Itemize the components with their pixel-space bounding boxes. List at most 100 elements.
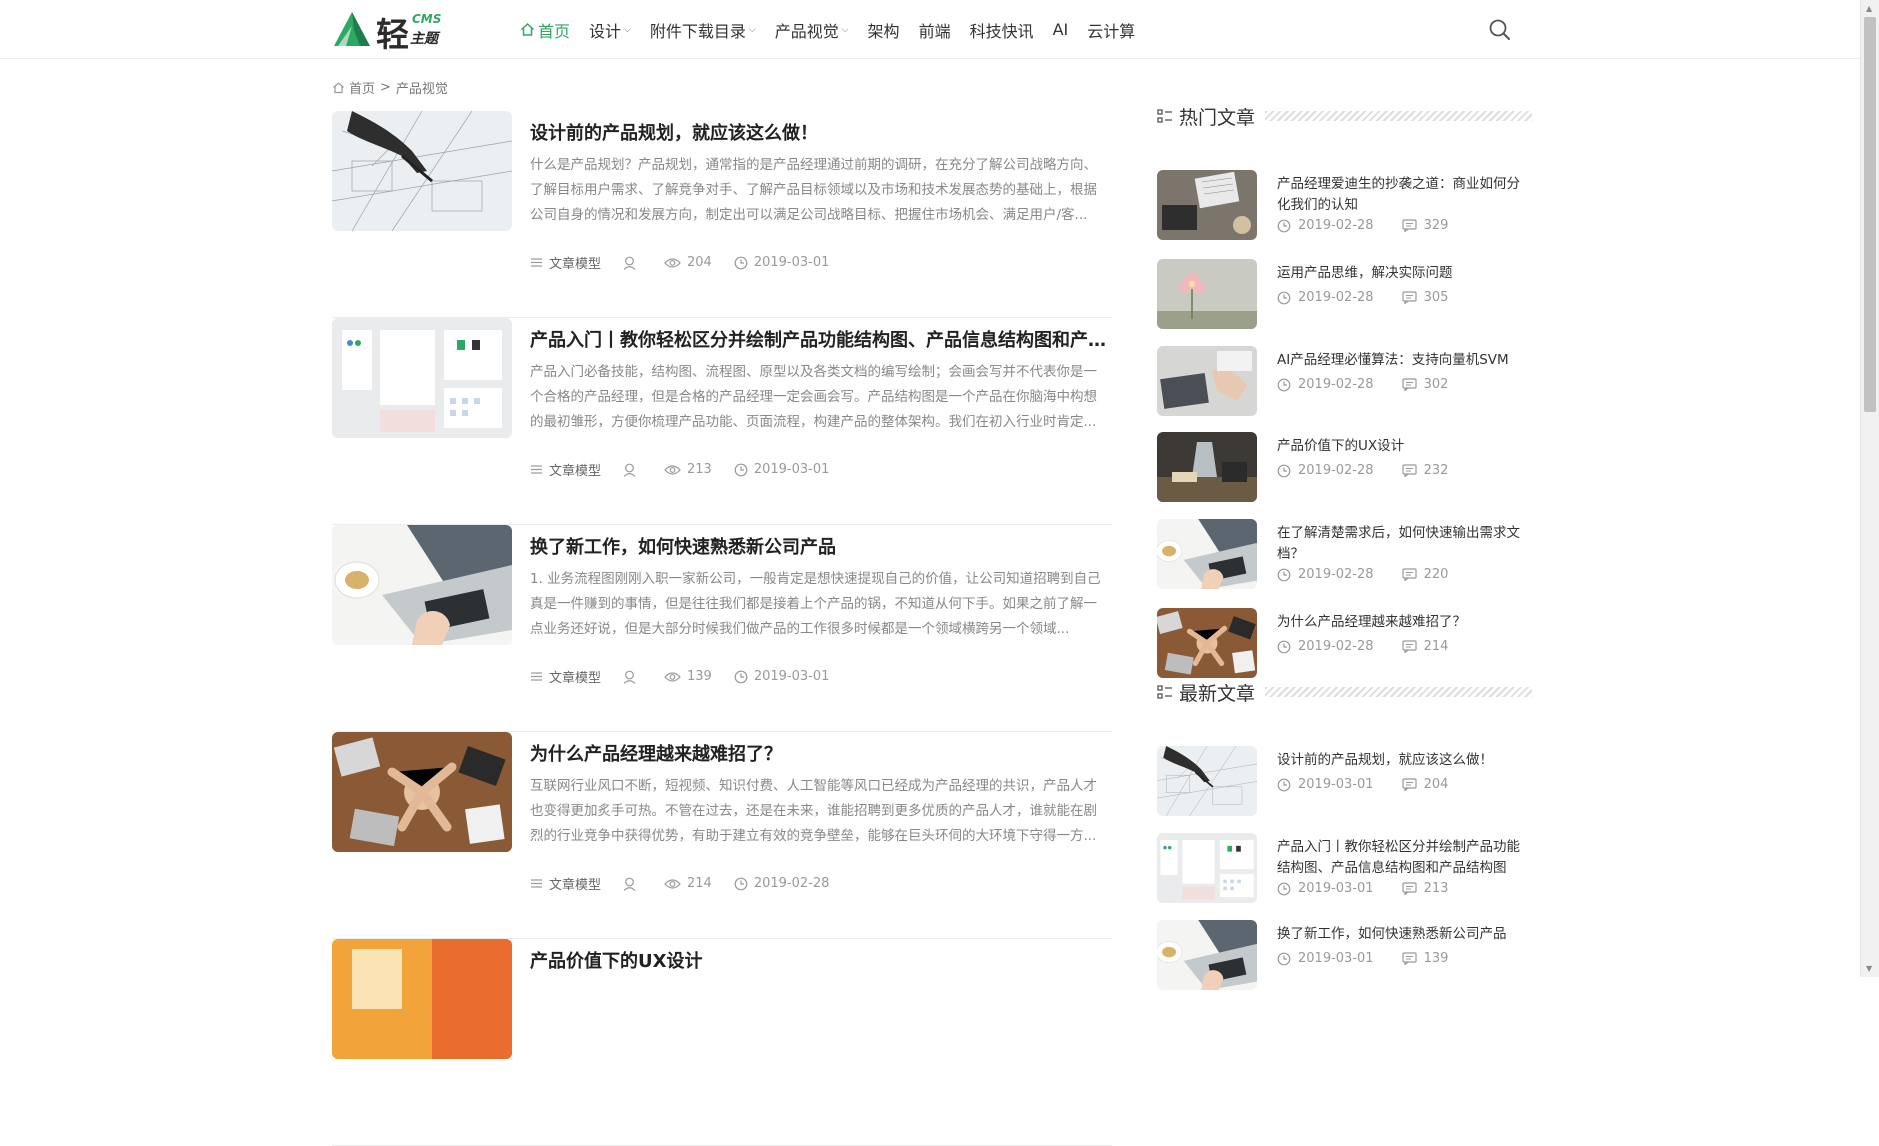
page-scrollbar[interactable]: ▲ ▼ [1860,0,1879,977]
sidebar-article-thumbnail[interactable] [1157,746,1257,816]
article-thumbnail[interactable] [332,525,512,645]
category-meta[interactable]: 文章模型 [530,874,601,893]
breadcrumb-home[interactable]: 首页 [349,78,375,97]
list-grid-icon [1157,109,1172,123]
sidebar-article-title[interactable]: 运用产品思维，解决实际问题 [1277,263,1532,284]
article-thumbnail[interactable] [332,939,512,1059]
views-count: 214 [687,876,712,891]
sidebar-article-title[interactable]: 设计前的产品规划，就应该这么做！ [1277,750,1532,771]
date-meta: 2019-02-28 [1277,218,1374,233]
views-meta: 139 [664,669,712,684]
article-title[interactable]: 换了新工作，如何快速熟悉新公司产品 [530,533,1110,559]
latest-articles-title: 最新文章 [1179,682,1256,705]
comments-meta: 213 [1401,881,1448,896]
publish-date: 2019-02-28 [1298,567,1374,582]
sidebar-article-title[interactable]: 在了解清楚需求后，如何快速输出需求文档？ [1277,523,1532,565]
scroll-up-arrow-icon[interactable]: ▲ [1866,4,1872,13]
article-card: 产品入门丨教你轻松区分并绘制产品功能结构图、产品信息结构图和产品结构图 产品入门必… [332,318,1112,525]
chevron-down-icon: ⌵ [748,24,756,35]
sidebar-article-thumbnail[interactable] [1157,920,1257,990]
article-title[interactable]: 产品价值下的UX设计 [530,947,1110,973]
comment-icon [1401,568,1417,581]
breadcrumb-current[interactable]: 产品视觉 [396,78,448,97]
sidebar-article-title[interactable]: 产品经理爱迪生的抄袭之道：商业如何分化我们的认知 [1277,174,1532,216]
nav-item-2[interactable]: 附件下载目录 ⌵ [650,18,756,42]
sidebar-article-thumbnail[interactable] [1157,833,1257,903]
category-label: 文章模型 [549,257,602,272]
clock-icon [734,670,748,683]
nav-item-3[interactable]: 产品视觉 ⌵ [775,18,849,42]
sidebar-article-meta: 2019-02-28 305 [1277,290,1476,305]
nav-item-8[interactable]: 云计算 [1087,18,1135,42]
nav-item-7[interactable]: AI [1053,20,1069,39]
sidebar-article-title[interactable]: 换了新工作，如何快速熟悉新公司产品 [1277,924,1532,945]
publish-date: 2019-03-01 [753,669,830,684]
clock-icon [1277,778,1291,791]
sidebar-article-thumbnail[interactable] [1157,346,1257,416]
scroll-down-arrow-icon[interactable]: ▼ [1866,964,1872,973]
article-summary: 1. 业务流程图刚刚入职一家新公司，一般肯定是想快速提现自己的价值，让公司知道招… [530,571,1101,637]
author-meta[interactable] [623,256,642,270]
comment-icon [1401,464,1417,477]
sidebar-article-thumbnail[interactable] [1157,259,1257,329]
publish-date: 2019-03-01 [753,462,830,477]
comment-count: 204 [1423,777,1449,792]
category-meta[interactable]: 文章模型 [530,460,601,479]
list-grid-icon [1157,685,1172,699]
publish-date: 2019-02-28 [1298,639,1374,654]
nav-item-4[interactable]: 架构 [868,18,900,42]
category-meta[interactable]: 文章模型 [530,253,601,272]
publish-date: 2019-03-01 [1298,777,1374,792]
nav-item-label: 产品视觉 [774,21,839,41]
date-meta: 2019-03-01 [1277,881,1374,896]
sidebar-article-title[interactable]: AI产品经理必懂算法：支持向量机SVM [1277,350,1532,371]
author-meta[interactable] [623,670,642,684]
article-title[interactable]: 设计前的产品规划，就应该这么做！ [530,119,1110,145]
clock-icon [734,463,748,476]
search-icon[interactable] [1488,18,1512,42]
nav-item-1[interactable]: 设计 ⌵ [589,18,631,42]
publish-date: 2019-02-28 [1298,377,1374,392]
comments-meta: 305 [1401,290,1448,305]
comments-meta: 204 [1401,777,1449,792]
date-meta: 2019-02-28 [1277,290,1374,305]
publish-date: 2019-02-28 [1298,463,1374,478]
article-title[interactable]: 为什么产品经理越来越难招了？ [530,740,1110,766]
author-meta[interactable] [623,877,642,891]
sidebar-article-thumbnail[interactable] [1157,608,1257,678]
chevron-down-icon: ⌵ [841,24,849,35]
sidebar-article-thumbnail[interactable] [1157,519,1257,589]
article-thumbnail[interactable] [332,111,512,231]
nav-item-0[interactable]: 首页 [520,18,570,42]
category-meta[interactable]: 文章模型 [530,667,601,686]
user-icon [623,877,636,891]
sidebar-article-thumbnail[interactable] [1157,432,1257,502]
comments-meta: 232 [1401,463,1448,478]
site-logo[interactable]: 轻 CMS 主题 [332,6,448,54]
article-meta: 文章模型 214 2019-02-28 [530,874,851,893]
sidebar-article-title[interactable]: 产品价值下的UX设计 [1277,436,1532,457]
article-thumbnail[interactable] [332,318,512,438]
article-title[interactable]: 产品入门丨教你轻松区分并绘制产品功能结构图、产品信息结构图和产品结构图 [530,326,1110,352]
sidebar-article-title[interactable]: 产品入门丨教你轻松区分并绘制产品功能结构图、产品信息结构图和产品结构图 [1277,837,1532,879]
article-meta: 文章模型 139 2019-03-01 [530,667,851,686]
scrollbar-thumb[interactable] [1864,17,1876,412]
logo-cms-text: CMS [412,12,442,26]
main-nav: 首页 设计 ⌵ 附件下载目录 ⌵ 产品视觉 ⌵ 架构 前端 科技快讯 AI 云计算 [520,0,1154,59]
article-meta: 文章模型 213 2019-03-01 [530,460,851,479]
article-thumbnail[interactable] [332,732,512,852]
article-summary [530,981,1110,1081]
nav-item-6[interactable]: 科技快讯 [970,18,1034,42]
eye-icon [664,671,681,682]
views-meta: 213 [664,462,712,477]
category-label: 文章模型 [549,464,602,479]
comment-count: 139 [1423,951,1449,966]
sidebar-article-title[interactable]: 为什么产品经理越来越难招了？ [1277,612,1532,633]
comment-count: 220 [1423,567,1449,582]
comments-meta: 329 [1401,218,1448,233]
clock-icon [734,877,748,890]
author-meta[interactable] [623,463,642,477]
nav-item-5[interactable]: 前端 [919,18,951,42]
sidebar-article-thumbnail[interactable] [1157,170,1257,240]
latest-articles-header: 最新文章 [1157,676,1532,708]
